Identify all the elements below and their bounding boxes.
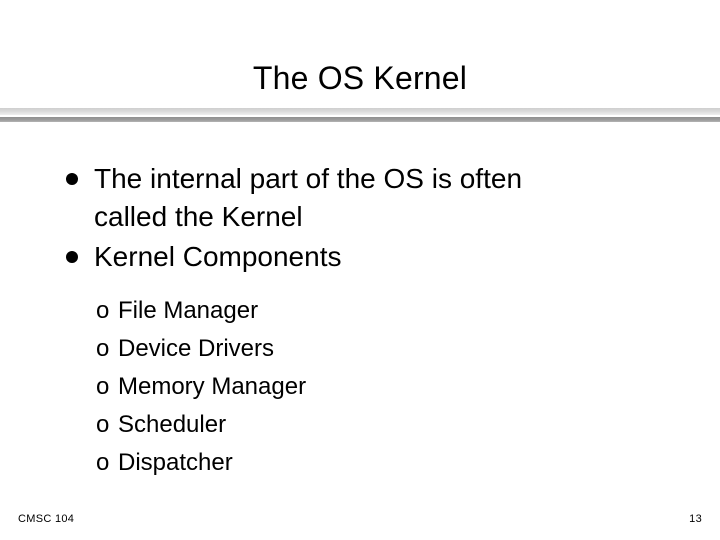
bullet-item-label: Kernel Components (94, 241, 342, 272)
list-item-label: Dispatcher (118, 449, 233, 476)
circle-letter-bullet-icon: o (96, 373, 110, 400)
footer-page-number: 13 (689, 513, 702, 525)
list-item: o Dispatcher (0, 444, 720, 482)
slide-title-area: The OS Kernel (0, 58, 720, 98)
circle-letter-bullet-icon: o (96, 297, 110, 324)
title-divider (0, 107, 720, 123)
page-title: The OS Kernel (252, 60, 468, 96)
filled-circle-bullet-icon (66, 251, 78, 263)
bullet-item-label: The internal part of the OS is often cal… (94, 163, 523, 232)
list-item: o Scheduler (0, 406, 720, 444)
circle-letter-bullet-icon: o (96, 449, 110, 476)
list-item: o Device Drivers (0, 330, 720, 368)
presentation-slide: The OS Kernel The internal part of the O… (0, 0, 720, 540)
list-item-label: Memory Manager (118, 373, 307, 400)
bullet-item: The internal part of the OS is often cal… (0, 160, 720, 236)
circle-letter-bullet-icon: o (96, 335, 110, 362)
list-item: o Memory Manager (0, 368, 720, 406)
footer-course-label: CMSC 104 (18, 513, 75, 525)
divider-dark-band (0, 117, 720, 122)
slide-body: The internal part of the OS is often cal… (0, 160, 720, 482)
list-item-label: Device Drivers (118, 335, 275, 362)
filled-circle-bullet-icon (66, 173, 78, 185)
circle-letter-bullet-icon: o (96, 411, 110, 438)
list-item-label: File Manager (118, 297, 259, 324)
list-item-label: Scheduler (118, 411, 227, 438)
bullet-item: Kernel Components (0, 238, 720, 276)
kernel-components-list: o File Manager o Device Drivers o Memory… (0, 292, 720, 482)
divider-light-band (0, 108, 720, 115)
list-item: o File Manager (0, 292, 720, 330)
